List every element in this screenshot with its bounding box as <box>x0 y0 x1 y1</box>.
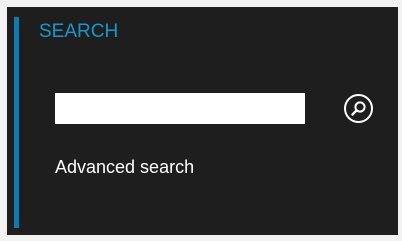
search-input[interactable] <box>55 93 305 124</box>
advanced-search-link[interactable]: Advanced search <box>55 155 194 179</box>
search-icon <box>350 100 367 117</box>
search-button[interactable] <box>344 94 373 123</box>
accent-bar <box>14 17 19 228</box>
search-panel-title: SEARCH <box>39 21 119 42</box>
